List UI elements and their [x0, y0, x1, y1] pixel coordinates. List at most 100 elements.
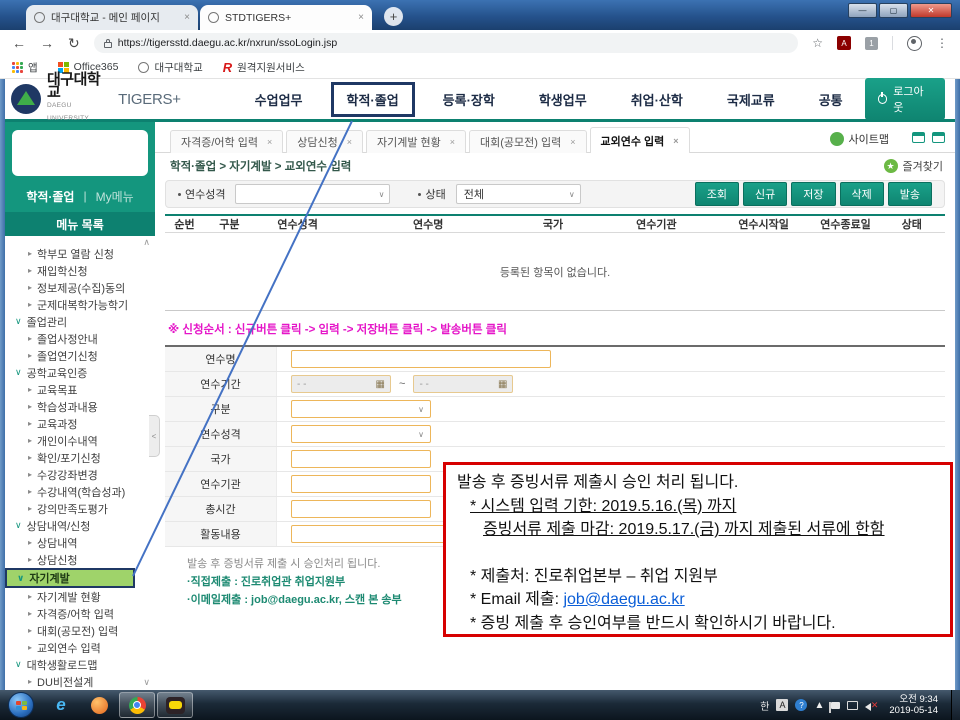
- internet-explorer-icon[interactable]: e: [43, 692, 79, 718]
- scroll-down-icon[interactable]: ∨: [143, 677, 150, 688]
- extension-icon[interactable]: 1: [865, 37, 878, 50]
- sidebar-item[interactable]: ▸교육목표: [5, 381, 155, 398]
- close-all-windows-icon[interactable]: [932, 132, 945, 143]
- sidebar-item[interactable]: ▸DU비전설계: [5, 673, 155, 690]
- profile-avatar-icon[interactable]: [907, 36, 922, 51]
- sitemap-link[interactable]: 사이트맵: [830, 131, 889, 147]
- reload-icon[interactable]: ↻: [68, 36, 80, 50]
- close-icon[interactable]: ×: [673, 136, 678, 146]
- close-icon[interactable]: ×: [267, 137, 272, 147]
- menu-kebab-icon[interactable]: ⋮: [936, 36, 948, 50]
- close-icon[interactable]: ×: [347, 137, 352, 147]
- bookmark-star-icon[interactable]: ☆: [812, 36, 823, 50]
- sidebar-item[interactable]: ▸군제대복학가능학기: [5, 296, 155, 313]
- action-center-flag-icon[interactable]: [831, 702, 840, 709]
- new-button[interactable]: 신규: [743, 182, 787, 206]
- help-tray-icon[interactable]: ?: [795, 699, 807, 711]
- sidebar-item[interactable]: ▸졸업사정안내: [5, 330, 155, 347]
- sidebar-item[interactable]: ▸재입학신청: [5, 262, 155, 279]
- sidebar-collapse-handle[interactable]: <: [149, 415, 160, 457]
- kakaotalk-icon[interactable]: [157, 692, 193, 718]
- nav-item-student-affairs[interactable]: 학생업무: [517, 82, 609, 117]
- sidebar-item[interactable]: ▸확인/포기신청: [5, 449, 155, 466]
- scroll-up-icon[interactable]: ∧: [143, 237, 150, 248]
- save-button[interactable]: 저장: [791, 182, 835, 206]
- sidebar-section-engineering[interactable]: ∨공학교육인증: [5, 364, 155, 381]
- nav-item-career[interactable]: 취업·산학: [609, 82, 705, 117]
- training-name-input[interactable]: [291, 350, 551, 368]
- sidebar-item[interactable]: ▸교육과정: [5, 415, 155, 432]
- training-type-form-select[interactable]: ∨: [291, 425, 431, 443]
- show-hidden-icons[interactable]: ▲: [814, 700, 824, 711]
- sidebar-item[interactable]: ▸개인이수내역: [5, 432, 155, 449]
- nav-item-common[interactable]: 공통: [797, 82, 865, 117]
- sidebar-item[interactable]: ▸졸업연기신청: [5, 347, 155, 364]
- sidebar-item[interactable]: ▸수강내역(학습성과): [5, 483, 155, 500]
- sidebar-item[interactable]: ▸대회(공모전) 입력: [5, 622, 155, 639]
- delete-button[interactable]: 삭제: [840, 182, 884, 206]
- university-logo[interactable]: [11, 84, 41, 114]
- sidebar-section-counseling[interactable]: ∨상담내역/신청: [5, 517, 155, 534]
- sidebar-item[interactable]: ▸교외연수 입력: [5, 639, 155, 656]
- show-desktop-button[interactable]: [951, 690, 960, 720]
- sidebar-item[interactable]: ▸학부모 열람 신청: [5, 245, 155, 262]
- nav-item-registration[interactable]: 등록·장학: [421, 82, 517, 117]
- worktab-certificates[interactable]: 자격증/어학 입력×: [170, 130, 283, 153]
- search-button[interactable]: 조회: [695, 182, 739, 206]
- sidebar-section-graduation[interactable]: ∨졸업관리: [5, 313, 155, 330]
- sidebar-item[interactable]: ▸정보제공(수집)동의: [5, 279, 155, 296]
- sidebar-section-roadmap[interactable]: ∨대학생활로드맵: [5, 656, 155, 673]
- close-icon[interactable]: ×: [570, 137, 575, 147]
- taskbar-clock[interactable]: 오전 9:34 2019-05-14: [889, 694, 938, 716]
- ime-english-indicator[interactable]: A: [776, 699, 788, 711]
- pdf-extension-icon[interactable]: A: [837, 36, 851, 50]
- nav-item-classes[interactable]: 수업업무: [233, 82, 325, 117]
- sidebar-item[interactable]: ▸상담신청: [5, 551, 155, 568]
- send-button[interactable]: 발송: [888, 182, 932, 206]
- sidebar-item[interactable]: ▸강의만족도평가: [5, 500, 155, 517]
- sidebar-item[interactable]: ▸상담내역: [5, 534, 155, 551]
- sidebar-item[interactable]: ▸학습성과내용: [5, 398, 155, 415]
- bookmark-daegu-univ[interactable]: 대구대학교: [138, 60, 202, 75]
- sidebar-item[interactable]: ▸자기계발 현황: [5, 588, 155, 605]
- browser-tab-2[interactable]: STDTIGERS+ ×: [200, 5, 372, 30]
- nav-item-international[interactable]: 국제교류: [705, 82, 797, 117]
- total-hours-input[interactable]: [291, 500, 431, 518]
- worktab-selfdev-status[interactable]: 자기계발 현황×: [366, 130, 466, 153]
- worktab-external-training[interactable]: 교외연수 입력×: [590, 127, 690, 153]
- start-button[interactable]: [8, 692, 34, 718]
- forward-icon[interactable]: →: [40, 36, 54, 50]
- sidebar-tab-records[interactable]: 학적·졸업: [26, 188, 74, 205]
- worktab-counseling[interactable]: 상담신청×: [286, 130, 363, 153]
- sidebar-item[interactable]: ▸수강강좌변경: [5, 466, 155, 483]
- new-tab-button[interactable]: +: [384, 7, 403, 26]
- tab-close-icon[interactable]: ×: [184, 12, 190, 23]
- status-select[interactable]: 전체∨: [456, 184, 581, 204]
- category-select[interactable]: ∨: [291, 400, 431, 418]
- calendar-icon[interactable]: ▦: [376, 379, 385, 390]
- minimize-button[interactable]: —: [848, 3, 877, 18]
- sidebar-tab-mymenu[interactable]: My메뉴: [96, 188, 134, 205]
- close-icon[interactable]: ×: [450, 137, 455, 147]
- sidebar-item[interactable]: ▸자격증/어학 입력: [5, 605, 155, 622]
- popup-window-icon[interactable]: [912, 132, 925, 143]
- back-icon[interactable]: ←: [12, 36, 26, 50]
- end-date-input[interactable]: - -▦: [413, 375, 513, 393]
- network-icon[interactable]: [847, 701, 858, 710]
- tab-close-icon[interactable]: ×: [358, 12, 364, 23]
- country-input[interactable]: [291, 450, 431, 468]
- chrome-icon[interactable]: [119, 692, 155, 718]
- browser-tab-1[interactable]: 대구대학교 - 메인 페이지 ×: [26, 5, 198, 30]
- logout-button[interactable]: 로그아웃: [865, 78, 945, 120]
- sidebar-section-self-development[interactable]: ∨자기계발: [5, 568, 135, 588]
- volume-muted-icon[interactable]: ✕: [865, 700, 878, 711]
- nav-item-records-graduation[interactable]: 학적·졸업: [331, 82, 415, 117]
- bookmark-apps[interactable]: 앱: [12, 60, 38, 75]
- worktab-contest[interactable]: 대회(공모전) 입력×: [469, 130, 587, 153]
- start-date-input[interactable]: - -▦: [291, 375, 391, 393]
- institution-input[interactable]: [291, 475, 431, 493]
- address-bar[interactable]: https://tigersstd.daegu.ac.kr/nxrun/ssoL…: [94, 33, 799, 53]
- maximize-button[interactable]: ▢: [879, 3, 908, 18]
- bookmark-remote-support[interactable]: R 원격지원서비스: [223, 60, 305, 75]
- training-type-select[interactable]: ∨: [235, 184, 390, 204]
